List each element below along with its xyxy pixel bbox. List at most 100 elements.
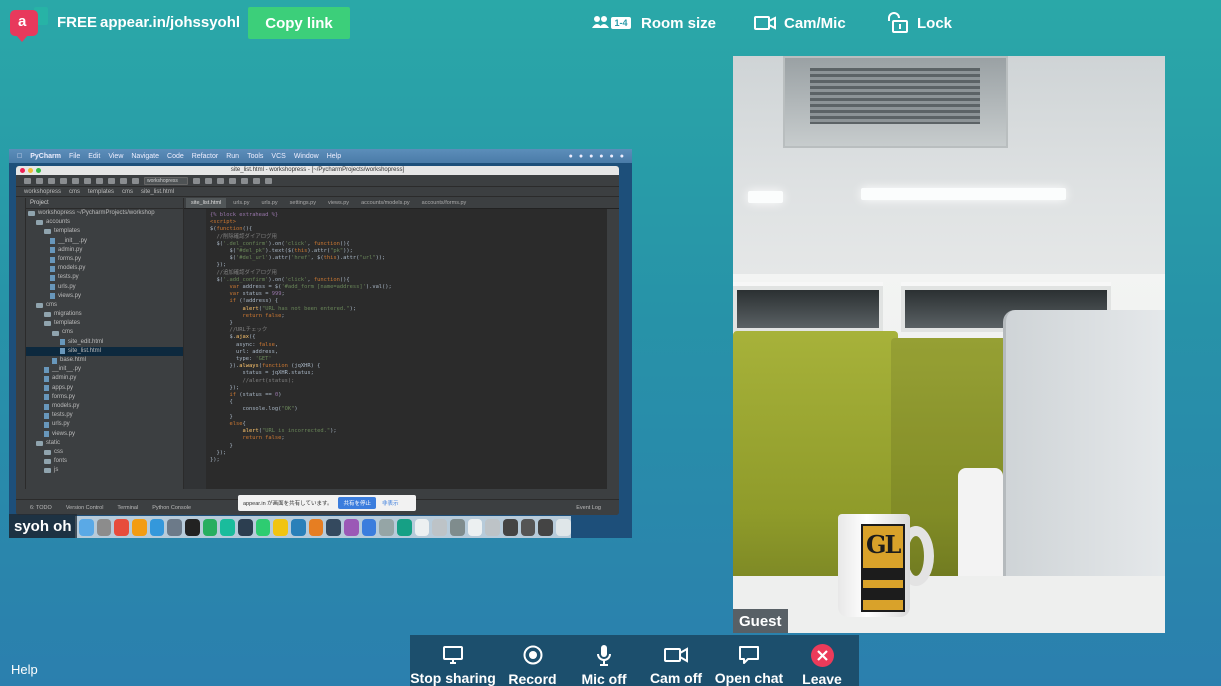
- code-editor: site_list.html urls.py urls.py settings.…: [184, 198, 619, 489]
- cam-off-label: Cam off: [649, 670, 703, 686]
- copy-link-button[interactable]: Copy link: [248, 7, 350, 39]
- ide-titlebar: site_list.html - workshopress - [~/Pycha…: [16, 166, 619, 175]
- tree-item: urls.py: [26, 420, 183, 429]
- video-ac-vent: [783, 56, 1008, 148]
- ide-window-title: site_list.html - workshopress - [~/Pycha…: [230, 167, 405, 173]
- guest-video[interactable]: GL Guest: [733, 56, 1165, 633]
- cam-off-button[interactable]: Cam off: [639, 635, 713, 686]
- breadcrumb-item: cms: [122, 188, 134, 195]
- tree-item: workshopress ~/PycharmProjects/workshop: [26, 209, 183, 218]
- project-pane-header: Project: [26, 200, 183, 209]
- tree-item: models.py: [26, 402, 183, 411]
- cam-mic-button[interactable]: Cam/Mic: [754, 10, 846, 36]
- tree-item: forms.py: [26, 393, 183, 402]
- editor-right-strip: [607, 209, 619, 489]
- notification-stop-button: 共有を停止: [338, 497, 376, 509]
- camera-icon: [754, 15, 776, 31]
- plan-label: FREE: [57, 14, 98, 31]
- tree-item: urls.py: [26, 283, 183, 292]
- video-ceiling-light: [861, 188, 1066, 200]
- breadcrumb-item: cms: [69, 188, 81, 195]
- editor-tab: accounts/forms.py: [421, 200, 467, 206]
- guest-name-tag: Guest: [733, 609, 788, 633]
- tree-item: __init__.py: [26, 237, 183, 246]
- tree-item: views.py: [26, 292, 183, 301]
- sharing-notification: appear.in が画面を共有しています。 共有を停止 非表示: [238, 495, 416, 511]
- notification-hide-button: 非表示: [381, 501, 399, 507]
- open-chat-label: Open chat: [714, 670, 784, 686]
- tree-item: static: [26, 439, 183, 448]
- tree-item: tests.py: [26, 273, 183, 282]
- video-camera-icon: [664, 644, 688, 665]
- tree-item: tests.py: [26, 411, 183, 420]
- tree-item: fonts: [26, 457, 183, 466]
- editor-tab: settings.py: [289, 200, 316, 206]
- code-content: {% block extrahead %} <script> $(functio…: [210, 212, 392, 463]
- room-size-button[interactable]: 1-4 Room size: [591, 10, 716, 36]
- ide-body: Project workshopress ~/PycharmProjects/w…: [16, 198, 619, 489]
- tree-item: css: [26, 448, 183, 457]
- record-button[interactable]: Record: [496, 635, 569, 686]
- editor-tab: urls.py: [261, 200, 278, 206]
- help-link[interactable]: Help: [11, 662, 38, 677]
- shared-menu-item: Window: [288, 152, 319, 160]
- leave-icon-wrap: [810, 643, 834, 667]
- editor-gutter: [184, 209, 206, 489]
- cam-mic-label: Cam/Mic: [784, 14, 846, 32]
- tree-item: js: [26, 466, 183, 475]
- mic-off-button[interactable]: Mic off: [569, 635, 639, 686]
- breadcrumb-item: site_list.html: [141, 188, 175, 195]
- chat-icon: [738, 644, 760, 665]
- tree-item: views.py: [26, 430, 183, 439]
- editor-tab: accounts/models.py: [361, 200, 410, 206]
- status-item: Version Control: [65, 504, 104, 511]
- status-item: Python Console: [152, 504, 192, 511]
- video-desk: [733, 576, 1165, 633]
- shared-mac-menubar:  PyCharm File Edit View Navigate Code R…: [9, 149, 632, 163]
- status-item: Terminal: [117, 504, 139, 511]
- video-window: [733, 286, 883, 332]
- shared-app-name: PyCharm: [25, 152, 61, 160]
- lock-button[interactable]: Lock: [885, 10, 952, 36]
- leave-label: Leave: [802, 671, 842, 686]
- notification-text: appear.in が画面を共有しています。: [243, 501, 333, 507]
- screen-share-video[interactable]:  PyCharm File Edit View Navigate Code R…: [9, 149, 632, 538]
- breadcrumb-item: workshopress: [24, 188, 62, 195]
- tree-item: forms.py: [26, 255, 183, 264]
- lock-icon: [885, 12, 909, 34]
- ide-breadcrumb: workshopress cms templates cms site_list…: [16, 187, 619, 197]
- close-icon: [810, 643, 834, 667]
- editor-tabs: site_list.html urls.py urls.py settings.…: [184, 198, 619, 209]
- shared-menu-item: Navigate: [126, 152, 159, 160]
- leave-button[interactable]: Leave: [785, 635, 859, 686]
- editor-tab: urls.py: [233, 200, 250, 206]
- record-label: Record: [508, 671, 557, 686]
- project-tree: Project workshopress ~/PycharmProjects/w…: [26, 198, 184, 489]
- status-item: Event Log: [576, 504, 601, 511]
- tree-item: admin.py: [26, 374, 183, 383]
- monitor-icon: [442, 644, 464, 665]
- participant-name-tag: syoh oh: [9, 514, 77, 538]
- people-icon: 1-4: [591, 14, 633, 32]
- editor-tab: site_list.html: [186, 198, 227, 208]
- video-chair: [958, 468, 1003, 578]
- tree-item-selected: site_list.html: [26, 346, 183, 356]
- shared-menu-item: Code: [161, 152, 184, 160]
- shared-menu-item: View: [103, 152, 123, 160]
- call-toolbar: Stop sharing Record Mic off Cam off Open…: [410, 635, 859, 686]
- tree-item: templates: [26, 319, 183, 328]
- svg-text:1-4: 1-4: [614, 18, 627, 28]
- status-item: 6: TODO: [30, 504, 52, 511]
- shared-menu-item: Run: [220, 152, 239, 160]
- shared-menu-item: Tools: [241, 152, 263, 160]
- record-icon: [522, 644, 544, 666]
- stop-sharing-button[interactable]: Stop sharing: [410, 635, 496, 686]
- open-chat-button[interactable]: Open chat: [713, 635, 785, 686]
- microphone-icon: [595, 644, 613, 666]
- video-ceiling-light: [748, 191, 783, 203]
- mac-dock: [75, 516, 571, 538]
- appear-in-logo[interactable]: a: [10, 7, 48, 42]
- stop-sharing-label: Stop sharing: [410, 670, 496, 686]
- ide-toolbar: workshopress: [16, 175, 619, 187]
- tree-item: cms: [26, 328, 183, 337]
